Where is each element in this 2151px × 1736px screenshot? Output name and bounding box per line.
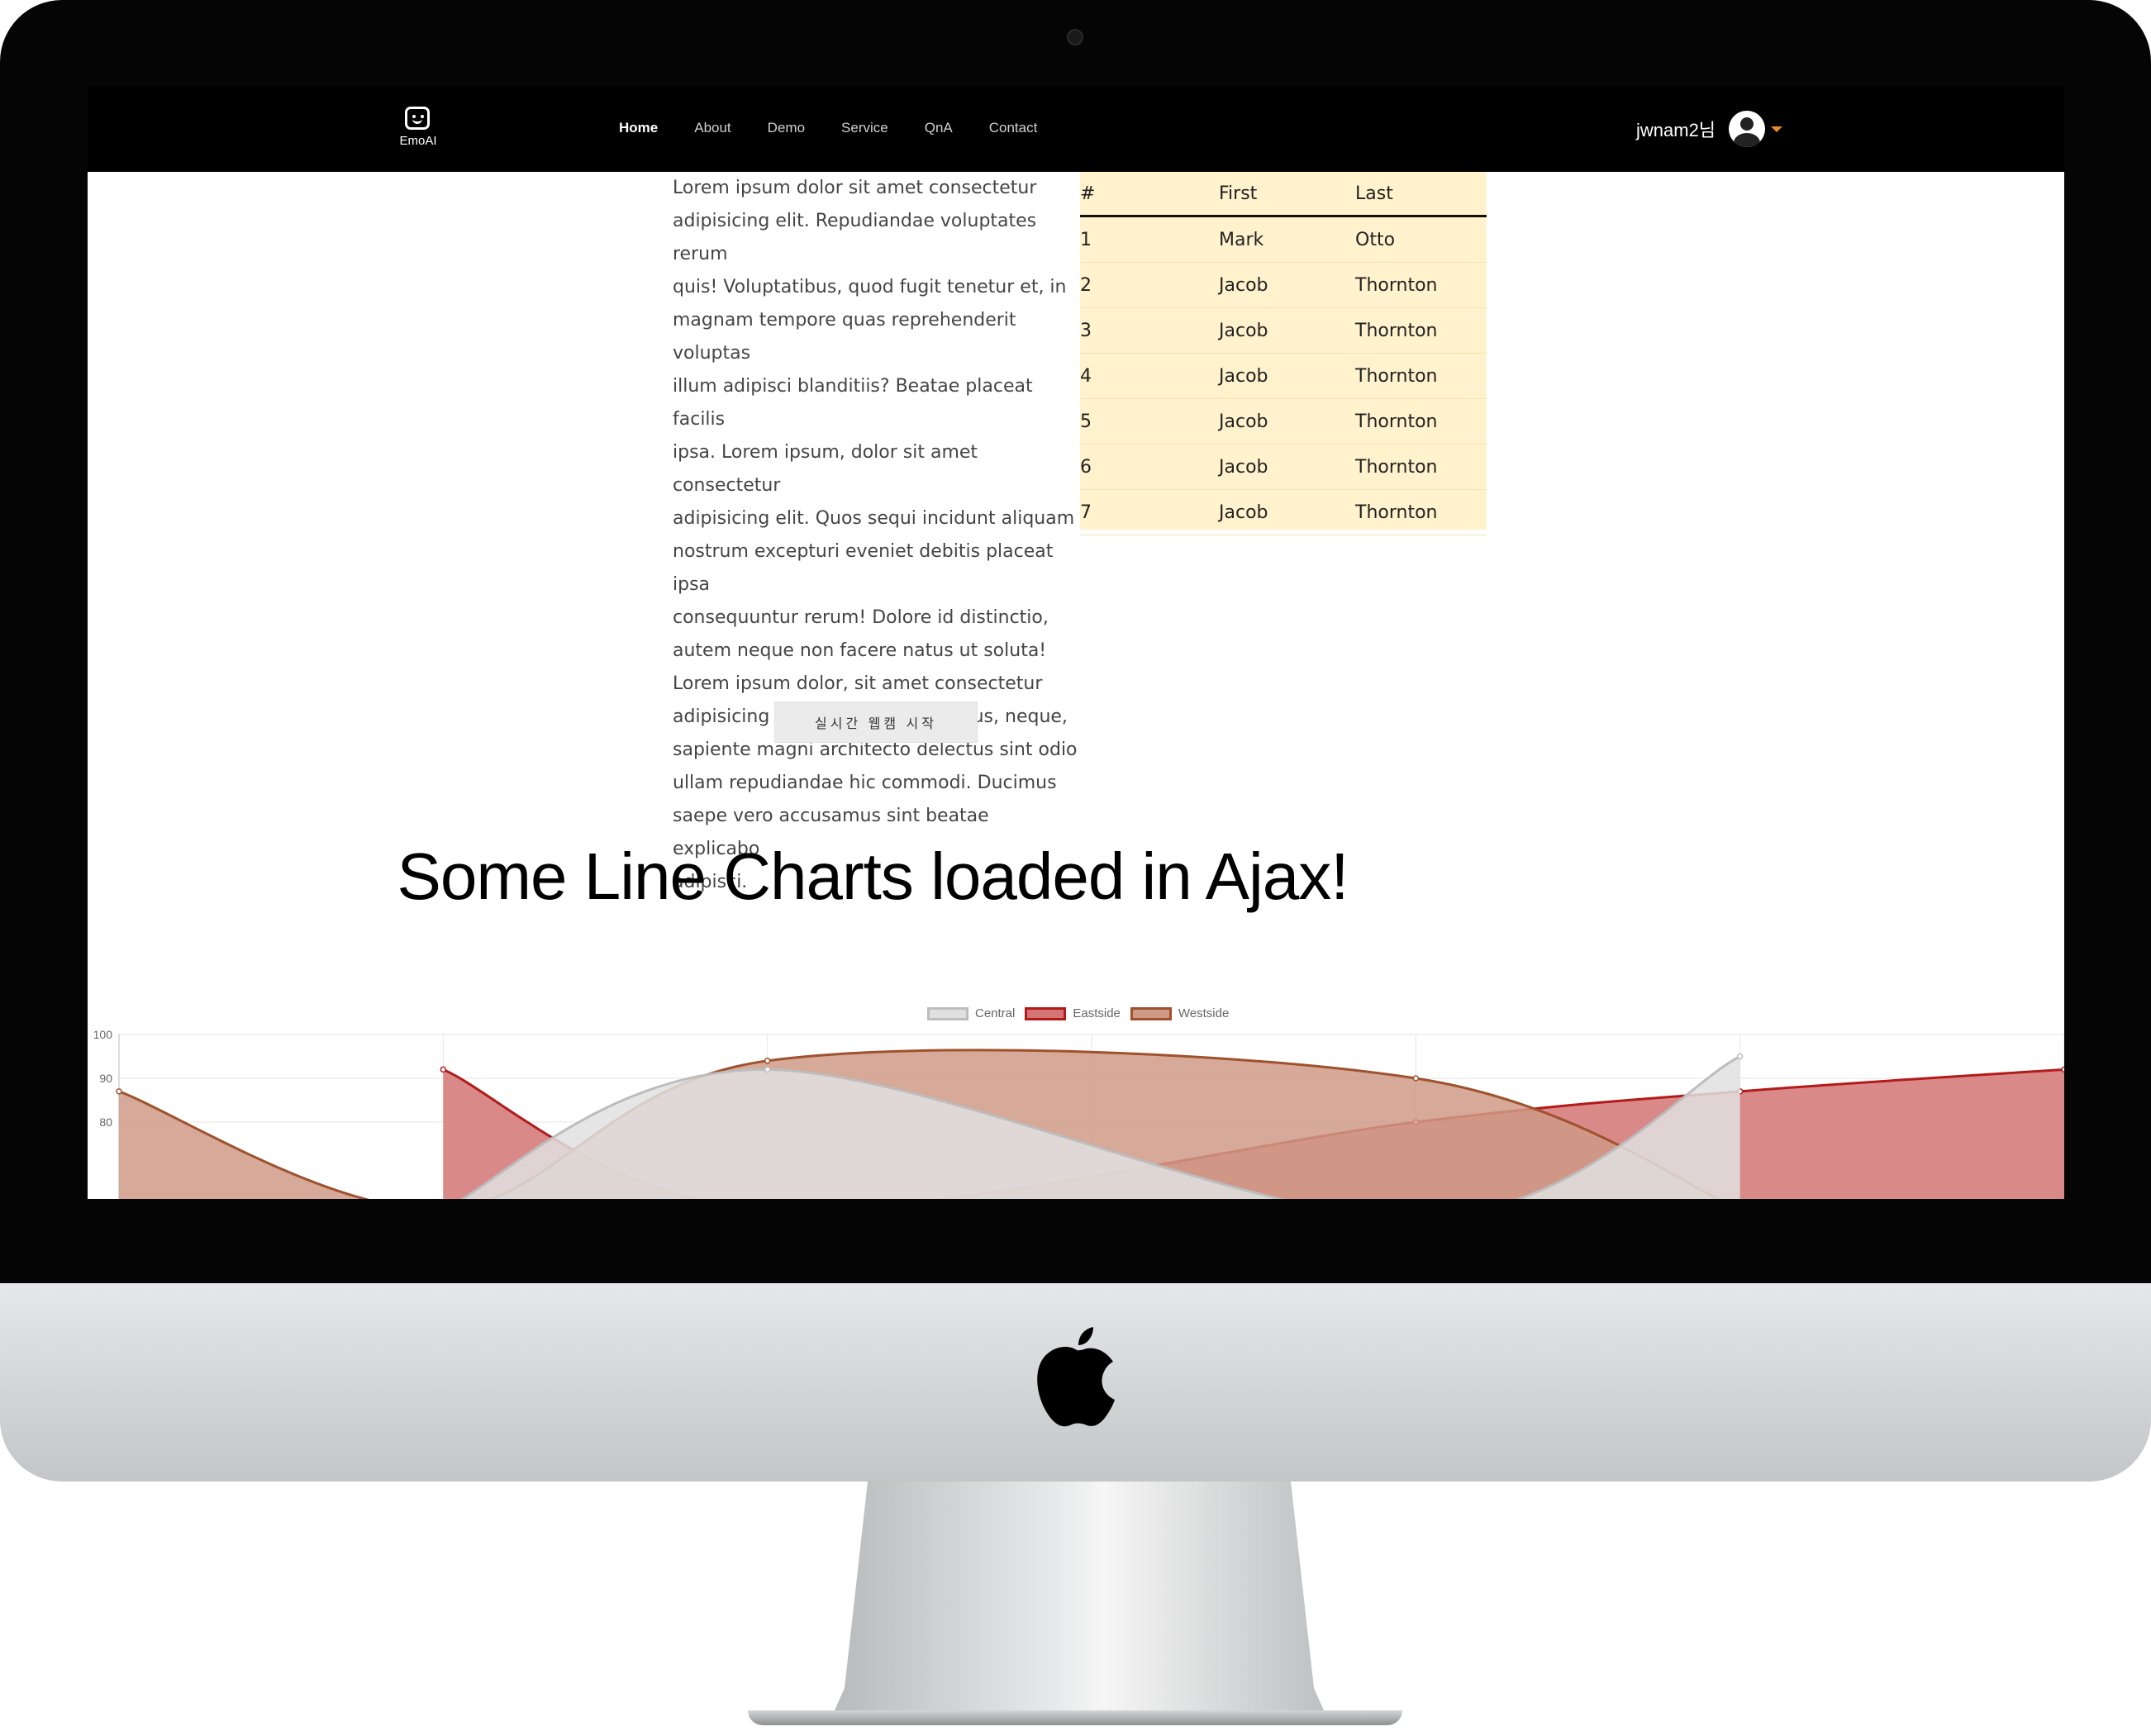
y-tick-label: 80 xyxy=(99,1115,112,1129)
paragraph-line: Lorem ipsum dolor sit amet consectetur xyxy=(673,178,1037,198)
cell-index: 7 xyxy=(1080,489,1219,535)
legend-swatch-eastside xyxy=(1025,1006,1067,1020)
paragraph-line: adipisicing elit. Quos sequi incidunt al… xyxy=(673,508,1075,529)
nav-contact[interactable]: Contact xyxy=(989,120,1038,136)
legend-swatch-central xyxy=(927,1006,968,1020)
table-row: 5 Jacob Thornton xyxy=(1080,398,1487,445)
cell-index: 5 xyxy=(1080,398,1219,445)
logo-eye-right xyxy=(421,115,424,118)
header-last: Last xyxy=(1355,172,1487,217)
legend-central[interactable]: Central xyxy=(927,1006,1015,1020)
paragraph-line: Lorem ipsum dolor, sit amet consectetur xyxy=(673,673,1043,694)
cell-first: Jacob xyxy=(1219,262,1355,308)
y-tick-label: 90 xyxy=(99,1072,112,1085)
cell-first: Jacob xyxy=(1219,353,1355,399)
cell-first: Jacob xyxy=(1219,489,1355,535)
y-tick-label: 100 xyxy=(93,1028,113,1041)
legend-label-westside: Westside xyxy=(1178,1006,1230,1020)
cell-index: 6 xyxy=(1080,444,1219,490)
table-row: 2 Jacob Thornton xyxy=(1080,262,1487,308)
data-point[interactable] xyxy=(1412,1075,1420,1082)
data-table: # First Last 1 Mark Otto 2 Jacob Thornton 3J… xyxy=(1080,172,1487,535)
line-chart: 100 90 80 xyxy=(93,1028,2064,1199)
username: jwnam2님 xyxy=(1636,120,1716,140)
header-first: First xyxy=(1219,172,1355,217)
cell-index: 2 xyxy=(1080,262,1219,308)
nav-qna[interactable]: QnA xyxy=(925,120,953,136)
cell-last: Thornton xyxy=(1355,353,1487,399)
data-point[interactable] xyxy=(1736,1053,1744,1060)
logo-text: EmoAI xyxy=(399,134,437,148)
paragraph-line: adipisicing elit. Repudiandae voluptates… xyxy=(673,211,1037,264)
start-webcam-button[interactable]: 실시간 웹캠 시작 xyxy=(774,702,978,743)
caret-down-icon[interactable] xyxy=(1771,126,1783,132)
cell-last: Thornton xyxy=(1355,262,1487,308)
nav-links: Home About Demo Service QnA Contact xyxy=(619,120,1073,136)
paragraph-line: ullam repudiandae hic commodi. Ducimus xyxy=(673,773,1057,793)
smiley-logo-icon xyxy=(405,107,430,130)
nav-about[interactable]: About xyxy=(694,120,730,136)
legend-swatch-westside xyxy=(1130,1006,1172,1020)
cell-first: Jacob xyxy=(1219,444,1355,490)
cell-first: Jacob xyxy=(1219,398,1355,445)
table-row: 4 Jacob Thornton xyxy=(1080,353,1487,399)
lorem-paragraph: Lorem ipsum dolor sit amet consectetur a… xyxy=(673,172,1082,899)
data-point[interactable] xyxy=(764,1058,771,1064)
logo-eye-left xyxy=(412,115,416,118)
paragraph-line: autem neque non facere natus ut soluta! xyxy=(673,640,1047,661)
data-point[interactable] xyxy=(764,1066,771,1073)
cell-last: Otto xyxy=(1355,216,1487,263)
legend-westside[interactable]: Westside xyxy=(1130,1006,1229,1020)
cell-first: Mark xyxy=(1219,216,1355,263)
imac-bezel: EmoAI Home About Demo Service QnA Contac… xyxy=(0,0,2151,1283)
data-point[interactable] xyxy=(440,1066,447,1073)
legend-eastside[interactable]: Eastside xyxy=(1025,1006,1121,1020)
legend-label-central: Central xyxy=(975,1006,1016,1020)
logo-mouth xyxy=(412,119,422,124)
imac-stand-base xyxy=(748,1710,1402,1725)
paragraph-line: quis! Voluptatibus, quod fugit tenetur e… xyxy=(673,277,1067,297)
nav-home[interactable]: Home xyxy=(619,120,658,136)
cell-index: 1 xyxy=(1080,216,1219,263)
table-row: 6 Jacob Thornton xyxy=(1080,444,1487,490)
logo[interactable]: EmoAI xyxy=(385,107,451,156)
nav-service[interactable]: Service xyxy=(841,120,888,136)
table-header-row: # First Last xyxy=(1080,172,1487,217)
avatar-head xyxy=(1740,117,1754,131)
nav-demo[interactable]: Demo xyxy=(768,120,805,136)
data-point[interactable] xyxy=(116,1088,122,1095)
user-menu[interactable]: jwnam2님 xyxy=(1636,111,1783,147)
cell-index: 3 xyxy=(1080,307,1219,354)
chart-y-ticks: 100 90 80 xyxy=(93,1028,113,1129)
cell-last: Thornton xyxy=(1355,444,1487,490)
paragraph-line: consequuntur rerum! Dolore id distinctio… xyxy=(673,607,1049,628)
cell-last: Thornton xyxy=(1355,489,1487,535)
header-index: # xyxy=(1080,172,1219,217)
webcam-icon xyxy=(1067,29,1083,45)
cell-last: Thornton xyxy=(1355,398,1487,445)
section-title: Some Line Charts loaded in Ajax! xyxy=(397,839,1349,913)
avatar-icon[interactable] xyxy=(1729,111,1766,147)
chart-series xyxy=(116,1049,2064,1199)
cell-index: 4 xyxy=(1080,353,1219,399)
paragraph-line: ipsa. Lorem ipsum, dolor sit amet consec… xyxy=(673,442,978,496)
table-row: 1 Mark Otto xyxy=(1080,216,1487,263)
table-row: 7 Jacob Thornton xyxy=(1080,489,1487,535)
chart-legend: Central Eastside Westside xyxy=(927,1006,1239,1020)
paragraph-line: magnam tempore quas reprehenderit volupt… xyxy=(673,310,1016,364)
data-point[interactable] xyxy=(2061,1066,2064,1073)
imac-stand xyxy=(835,1482,1324,1710)
paragraph-line: nostrum excepturi eveniet debitis placea… xyxy=(673,541,1054,595)
legend-label-eastside: Eastside xyxy=(1073,1006,1121,1020)
browser-viewport: EmoAI Home About Demo Service QnA Contac… xyxy=(88,87,2064,1199)
table-row: 3 Jacob Thornton xyxy=(1080,307,1487,354)
apple-logo-icon xyxy=(1037,1327,1115,1427)
avatar-body xyxy=(1734,133,1761,147)
cell-last: Thornton xyxy=(1355,307,1487,354)
paragraph-line: illum adipisci blanditiis? Beatae placea… xyxy=(673,376,1033,430)
navbar: EmoAI Home About Demo Service QnA Contac… xyxy=(88,87,2064,172)
cell-first: Jacob xyxy=(1219,307,1355,354)
